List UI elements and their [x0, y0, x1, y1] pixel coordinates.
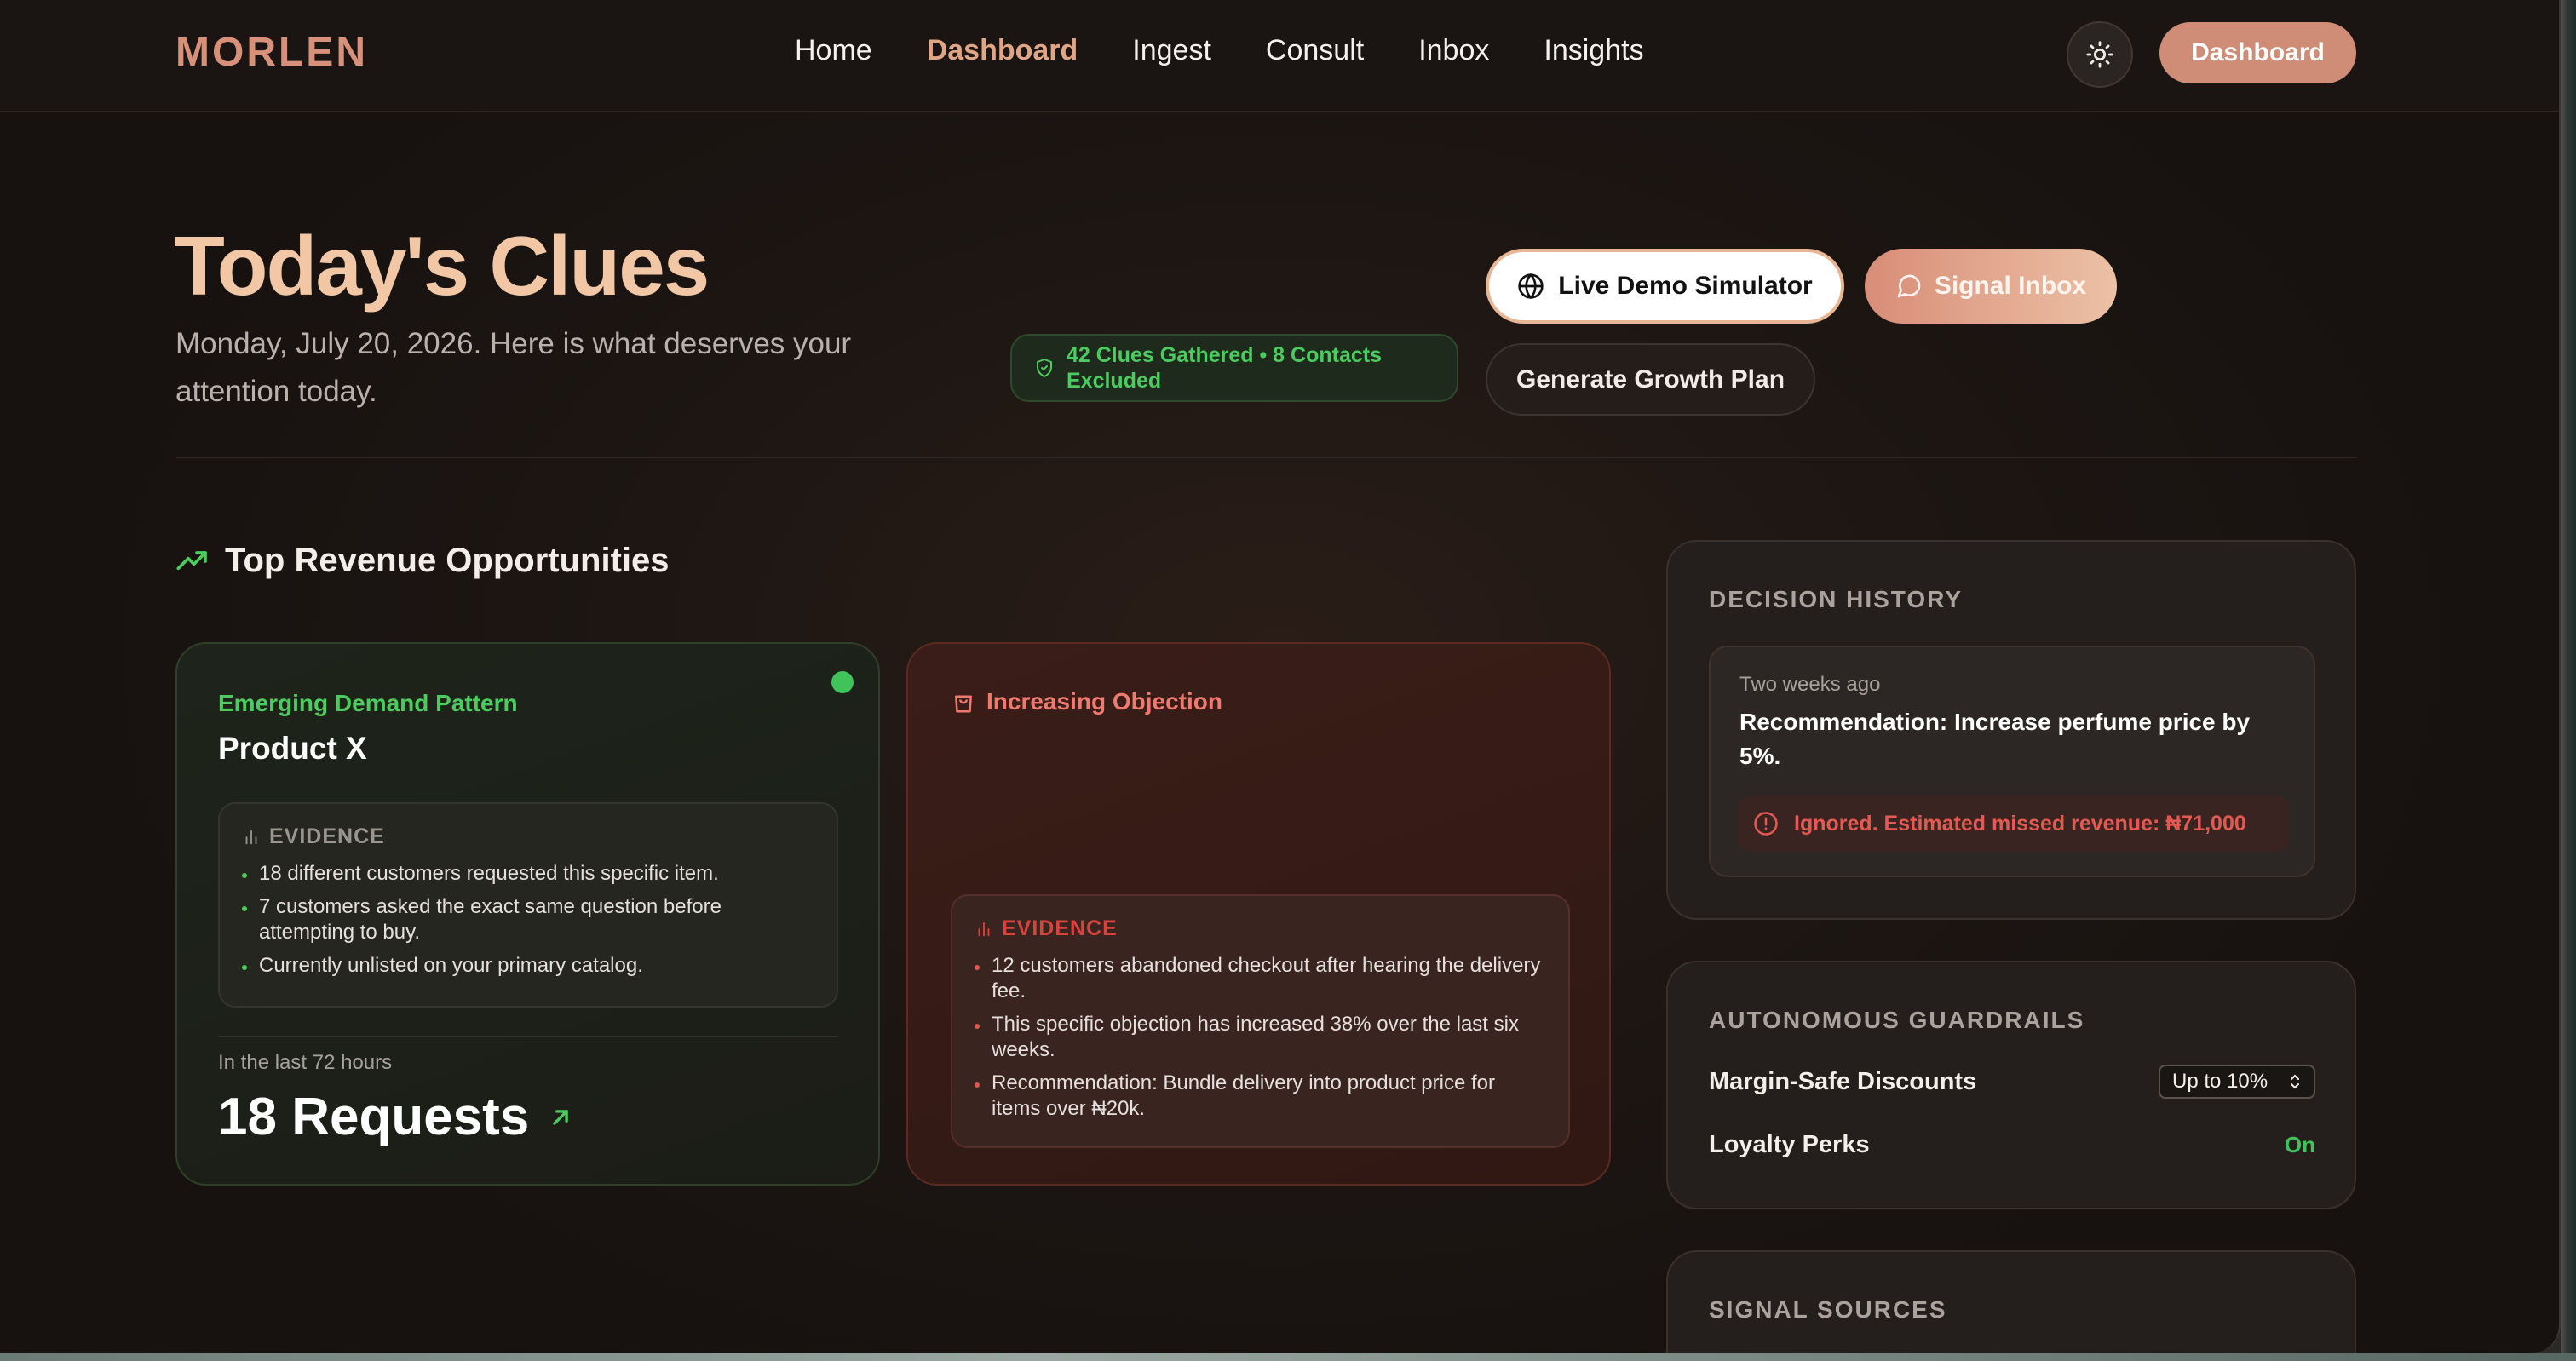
discount-limit-select[interactable]: Up to 10%	[2159, 1065, 2315, 1099]
nav-dashboard-button[interactable]: Dashboard	[2159, 22, 2356, 83]
evidence-heading-text: EVIDENCE	[269, 824, 385, 848]
arrow-up-right-icon	[553, 1109, 569, 1125]
card-product-name: Product X	[218, 731, 367, 766]
card-metric-value: 18 Requests	[218, 1088, 530, 1146]
evidence-item: 18 different customers requested this sp…	[242, 861, 814, 887]
generate-growth-plan-button[interactable]: Generate Growth Plan	[1486, 343, 1815, 416]
nav-links: Home Dashboard Ingest Consult Inbox Insi…	[795, 34, 1699, 67]
card-divider	[218, 1036, 838, 1037]
chat-bubble-icon	[1897, 274, 1921, 298]
logo[interactable]: MORLEN	[175, 29, 368, 76]
signal-sources-panel: SIGNAL SOURCES	[1666, 1250, 2356, 1353]
evidence-list: 12 customers abandoned checkout after he…	[975, 953, 1546, 1122]
card-metric: 18 Requests	[218, 1087, 575, 1147]
top-nav: MORLEN Home Dashboard Ingest Consult Inb…	[0, 0, 2559, 112]
sun-icon	[2086, 41, 2113, 68]
evidence-item: This specific objection has increased 38…	[975, 1012, 1546, 1063]
desktop-edge	[0, 1353, 2576, 1361]
card-kicker-text: Increasing Objection	[986, 688, 1222, 715]
panel-title: DECISION HISTORY	[1709, 586, 1964, 612]
evidence-box: EVIDENCE 18 different customers requeste…	[218, 802, 838, 1008]
desktop-edge	[2561, 0, 2576, 1361]
panel-title: SIGNAL SOURCES	[1709, 1296, 1947, 1323]
evidence-item: 7 customers asked the exact same questio…	[242, 894, 814, 945]
evidence-item: Recommendation: Bundle delivery into pro…	[975, 1071, 1546, 1122]
theme-toggle-button[interactable]	[2067, 21, 2133, 88]
live-demo-label: Live Demo Simulator	[1558, 272, 1813, 300]
guardrail-row-discounts: Margin-Safe Discounts Up to 10%	[1709, 1065, 2315, 1099]
hero-divider	[175, 457, 2356, 458]
nav-link-dashboard[interactable]: Dashboard	[927, 34, 1078, 67]
chevron-up-down-icon	[2291, 1074, 2299, 1089]
opportunity-card-demand[interactable]: Emerging Demand Pattern Product X EVIDEN…	[175, 642, 880, 1186]
card-kicker: Emerging Demand Pattern	[218, 690, 518, 716]
bar-chart-icon	[978, 922, 990, 936]
history-time: Two weeks ago	[1739, 673, 1881, 696]
nav-link-inbox[interactable]: Inbox	[1418, 34, 1489, 67]
nav-link-ingest[interactable]: Ingest	[1132, 34, 1211, 67]
card-kicker: Increasing Objection	[951, 688, 1222, 715]
history-recommendation: Recommendation: Increase perfume price b…	[1739, 709, 2251, 769]
evidence-item: Currently unlisted on your primary catal…	[242, 953, 814, 979]
evidence-heading: EVIDENCE	[242, 824, 814, 849]
decision-history-panel: DECISION HISTORY Two weeks ago Recommend…	[1666, 540, 2356, 920]
bar-chart-icon	[245, 830, 257, 844]
alert-circle-icon	[1754, 812, 1778, 836]
evidence-box: EVIDENCE 12 customers abandoned checkout…	[951, 894, 1570, 1148]
missed-revenue-text: Ignored. Estimated missed revenue: ₦71,0…	[1794, 811, 2246, 836]
section-title-text: Top Revenue Opportunities	[225, 542, 670, 579]
evidence-heading: EVIDENCE	[975, 916, 1546, 941]
loyalty-toggle[interactable]: On	[2285, 1132, 2315, 1158]
panel-title: AUTONOMOUS GUARDRAILS	[1709, 1007, 2085, 1033]
live-demo-button[interactable]: Live Demo Simulator	[1486, 249, 1844, 324]
page-subtitle: Monday, July 20, 2026. Here is what dese…	[175, 327, 852, 408]
evidence-item: 12 customers abandoned checkout after he…	[975, 953, 1546, 1004]
nav-link-consult[interactable]: Consult	[1266, 34, 1364, 67]
app-window: MORLEN Home Dashboard Ingest Consult Inb…	[0, 0, 2561, 1353]
clues-status-text: 42 Clues Gathered • 8 Contacts Excluded	[1067, 343, 1382, 393]
opportunity-card-objection[interactable]: Increasing Objection EVIDENCE 12 custome…	[906, 642, 1611, 1186]
section-title: Top Revenue Opportunities	[175, 542, 670, 580]
live-status-dot	[831, 671, 854, 693]
evidence-list: 18 different customers requested this sp…	[242, 861, 814, 979]
guardrail-label: Loyalty Perks	[1709, 1131, 1870, 1158]
missed-revenue-alert: Ignored. Estimated missed revenue: ₦71,0…	[1738, 795, 2288, 852]
globe-icon	[1518, 273, 1544, 300]
history-item[interactable]: Two weeks ago Recommendation: Increase p…	[1709, 646, 2315, 877]
shield-check-icon	[1037, 359, 1052, 377]
clues-status-badge: 42 Clues Gathered • 8 Contacts Excluded	[1010, 334, 1458, 402]
nav-link-home[interactable]: Home	[795, 34, 872, 67]
trending-up-icon	[176, 550, 207, 570]
page-title: Today's Clues	[174, 219, 710, 313]
signal-inbox-label: Signal Inbox	[1934, 272, 2087, 300]
guardrails-panel: AUTONOMOUS GUARDRAILS Margin-Safe Discou…	[1666, 961, 2356, 1209]
signal-inbox-button[interactable]: Signal Inbox	[1865, 249, 2117, 324]
shopping-bag-icon	[955, 695, 972, 713]
nav-link-insights[interactable]: Insights	[1544, 34, 1643, 67]
evidence-heading-text: EVIDENCE	[1002, 916, 1118, 940]
guardrail-row-loyalty: Loyalty Perks On	[1709, 1131, 2315, 1159]
guardrail-label: Margin-Safe Discounts	[1709, 1067, 1977, 1095]
card-meta: In the last 72 hours	[218, 1051, 393, 1074]
discount-limit-value: Up to 10%	[2172, 1070, 2268, 1093]
